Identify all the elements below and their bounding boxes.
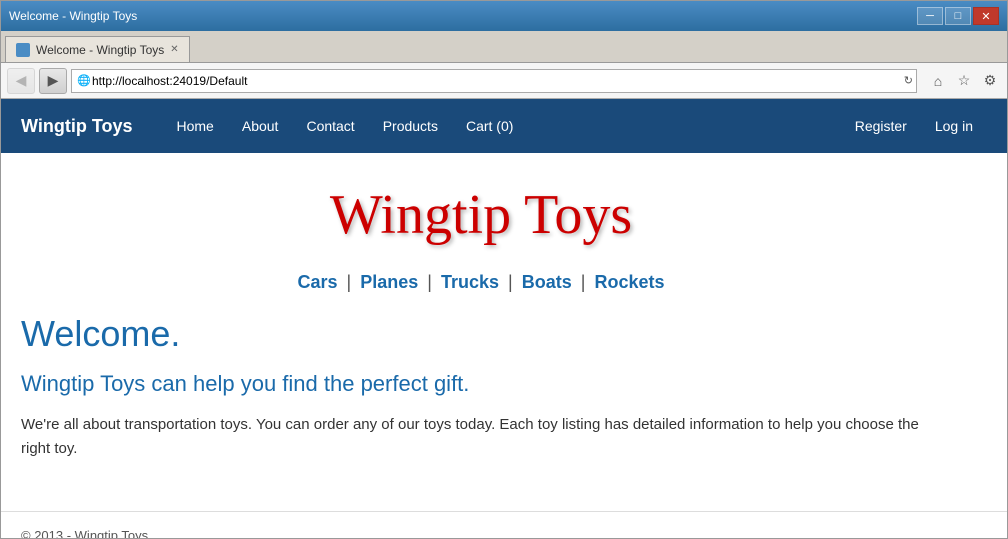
tab-favicon	[16, 43, 30, 57]
nav-link-register[interactable]: Register	[841, 99, 921, 153]
window-title: Welcome - Wingtip Toys	[9, 9, 137, 23]
browser-tab[interactable]: Welcome - Wingtip Toys ✕	[5, 36, 190, 62]
welcome-body: We're all about transportation toys. You…	[21, 413, 941, 461]
address-input[interactable]	[71, 69, 917, 93]
title-bar-controls[interactable]: ─ □ ✕	[917, 7, 999, 25]
site-nav-right: Register Log in	[841, 99, 987, 153]
nav-link-cart[interactable]: Cart (0)	[452, 99, 527, 153]
category-trucks[interactable]: Trucks	[441, 272, 499, 292]
home-button[interactable]: ⌂	[927, 70, 949, 92]
category-boats[interactable]: Boats	[522, 272, 572, 292]
site-brand[interactable]: Wingtip Toys	[21, 116, 133, 137]
site-logo: Wingtip Toys	[330, 183, 632, 247]
sep-1: |	[347, 272, 352, 292]
page-content: Wingtip Toys Cars | Planes | Trucks | Bo…	[1, 153, 961, 511]
title-bar-left: Welcome - Wingtip Toys	[9, 9, 137, 23]
site-nav: Wingtip Toys Home About Contact Products…	[1, 99, 1007, 153]
refresh-icon[interactable]: ↻	[904, 74, 913, 87]
nav-link-products[interactable]: Products	[369, 99, 452, 153]
address-bar: ◀ ▶ 🌐 ↻ ⌂ ☆ ⚙	[1, 63, 1007, 99]
site-nav-links: Home About Contact Products Cart (0)	[163, 99, 841, 153]
sep-2: |	[427, 272, 432, 292]
nav-link-home[interactable]: Home	[163, 99, 228, 153]
category-planes[interactable]: Planes	[360, 272, 418, 292]
tab-label: Welcome - Wingtip Toys	[36, 43, 164, 57]
settings-button[interactable]: ⚙	[979, 70, 1001, 92]
footer-copyright: © 2013 - Wingtip Toys	[21, 528, 148, 538]
toolbar-icons: ⌂ ☆ ⚙	[927, 70, 1001, 92]
tab-close-button[interactable]: ✕	[170, 44, 178, 55]
nav-link-contact[interactable]: Contact	[292, 99, 368, 153]
browser-content: Wingtip Toys Home About Contact Products…	[1, 99, 1007, 538]
category-links: Cars | Planes | Trucks | Boats | Rockets	[21, 262, 941, 313]
nav-link-about[interactable]: About	[228, 99, 293, 153]
sep-4: |	[581, 272, 586, 292]
sep-3: |	[508, 272, 513, 292]
back-button[interactable]: ◀	[7, 68, 35, 94]
category-rockets[interactable]: Rockets	[594, 272, 664, 292]
close-button[interactable]: ✕	[973, 7, 999, 25]
lock-icon: 🌐	[77, 74, 91, 87]
minimize-button[interactable]: ─	[917, 7, 943, 25]
address-wrap: 🌐 ↻	[71, 69, 917, 93]
tab-bar: Welcome - Wingtip Toys ✕	[1, 31, 1007, 63]
welcome-heading: Welcome.	[21, 313, 941, 355]
nav-link-login[interactable]: Log in	[921, 99, 987, 153]
title-bar: Welcome - Wingtip Toys ─ □ ✕	[1, 1, 1007, 31]
restore-button[interactable]: □	[945, 7, 971, 25]
browser-window: Welcome - Wingtip Toys ─ □ ✕ Welcome - W…	[0, 0, 1008, 539]
forward-button[interactable]: ▶	[39, 68, 67, 94]
site-footer: © 2013 - Wingtip Toys	[1, 511, 1007, 538]
welcome-subtitle: Wingtip Toys can help you find the perfe…	[21, 371, 941, 397]
logo-section: Wingtip Toys	[21, 153, 941, 262]
category-cars[interactable]: Cars	[297, 272, 337, 292]
favorites-button[interactable]: ☆	[953, 70, 975, 92]
